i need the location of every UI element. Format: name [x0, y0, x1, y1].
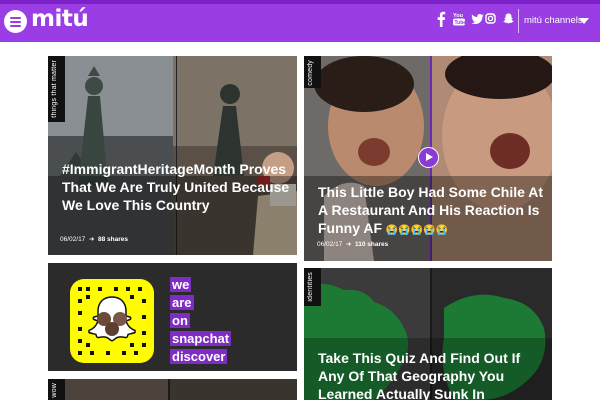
svg-text:You: You [453, 13, 463, 19]
svg-text:Tube: Tube [455, 20, 466, 26]
top-accent-strip [0, 0, 600, 4]
channels-dropdown-label[interactable]: mitú channels [524, 13, 583, 29]
promo-word: snapchat [170, 331, 232, 346]
instagram-icon[interactable] [485, 11, 496, 27]
promo-word: are [170, 295, 194, 310]
header-divider [518, 9, 519, 33]
category-label: identities [307, 272, 314, 302]
article-meta: 06/02/17 ➜ 110 shares [317, 240, 388, 248]
share-count: 110 shares [355, 241, 389, 248]
youtube-icon[interactable]: You Tube [453, 11, 465, 27]
promo-word: discover [170, 349, 228, 364]
article-image [48, 379, 297, 400]
twitter-icon[interactable] [471, 11, 484, 27]
share-arrow-icon: ➜ [344, 241, 354, 248]
facebook-icon[interactable] [436, 11, 446, 27]
article-headline[interactable]: #ImmigrantHeritageMonth Proves That We A… [62, 160, 292, 214]
category-label: wow [51, 383, 58, 398]
category-tab[interactable]: identities [304, 268, 321, 306]
share-arrow-icon: ➜ [87, 236, 97, 243]
chevron-down-icon[interactable] [579, 18, 589, 24]
article-headline[interactable]: Take This Quiz And Find Out If Any Of Th… [318, 349, 550, 400]
snapchat-icon[interactable] [503, 11, 514, 27]
site-logo[interactable]: mitú [31, 6, 89, 36]
category-label: things that matter [51, 60, 58, 118]
menu-line-icon [10, 25, 21, 27]
article-card-wow[interactable]: wow [48, 379, 297, 400]
category-tab[interactable]: things that matter [48, 56, 65, 122]
menu-line-icon [10, 21, 21, 23]
menu-line-icon [10, 17, 21, 19]
article-image [48, 56, 297, 255]
category-tab[interactable]: comedy [304, 56, 321, 88]
article-meta: 06/02/17 ➜ 88 shares [60, 235, 128, 243]
play-video-icon[interactable] [418, 147, 439, 168]
category-tab[interactable]: wow [48, 379, 65, 400]
snapcode-image [70, 279, 154, 363]
top-navigation-bar: mitú You Tube mitú channels [0, 0, 600, 42]
promo-word: on [170, 313, 190, 328]
article-headline[interactable]: This Little Boy Had Some Chile At A Rest… [318, 183, 550, 240]
article-card-chile-boy[interactable]: comedy This Little Boy Had Some Chile At… [304, 56, 552, 261]
category-label: comedy [307, 60, 314, 86]
promo-word: we [170, 277, 192, 292]
article-card-geography-quiz[interactable]: identities Take This Quiz And Find Out I… [304, 268, 552, 400]
article-date: 06/02/17 [60, 236, 86, 243]
snapchat-discover-text: we are on snapchat discover [170, 277, 232, 367]
crying-emoji-icons: 😭😭😭😭😭 [385, 225, 449, 236]
share-count: 88 shares [98, 236, 128, 243]
article-date: 06/02/17 [317, 241, 343, 248]
snapchat-discover-promo[interactable]: we are on snapchat discover [48, 263, 297, 371]
hamburger-menu-button[interactable] [4, 10, 27, 33]
article-card-immigrant-heritage[interactable]: things that matter #ImmigrantHeritageMon… [48, 56, 297, 255]
